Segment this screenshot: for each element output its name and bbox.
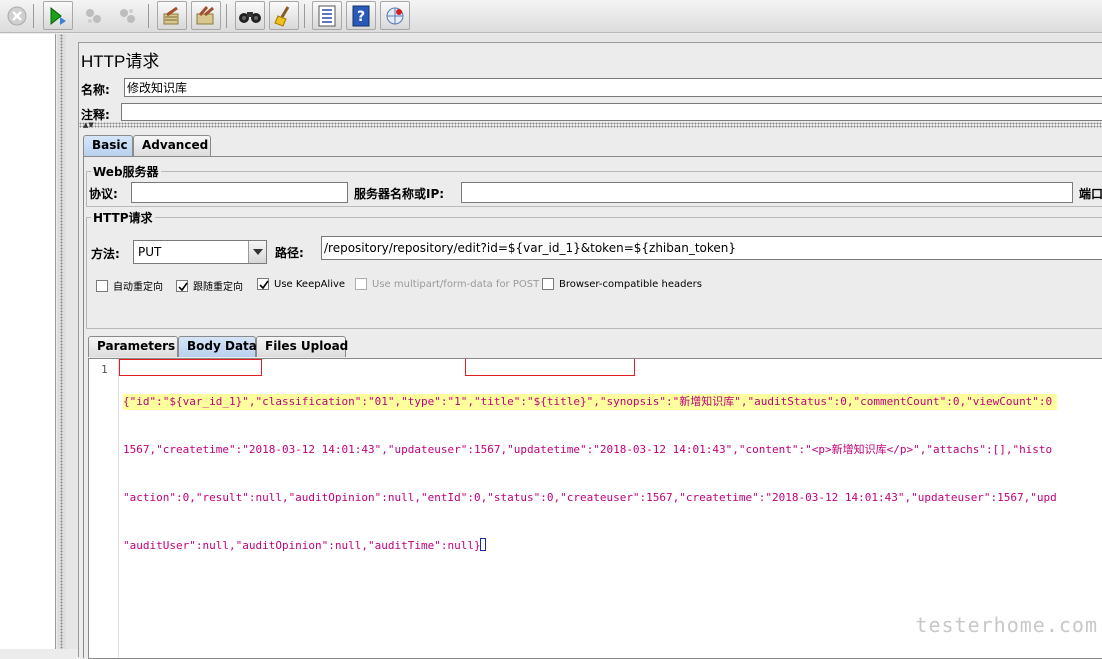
start-no-pauses-icon[interactable] <box>43 1 73 30</box>
remote-engines-icon[interactable] <box>380 1 410 30</box>
chevron-down-icon[interactable] <box>248 241 266 263</box>
basic-tab-content: Web服务器 协议: 服务器名称或IP: 端口 HTTP请求 方法: PUT 路… <box>83 156 1102 659</box>
option-label: 自动重定向 <box>113 282 163 293</box>
checkbox-keepalive[interactable] <box>257 278 269 290</box>
code-line-2: 1567,"createtime":"2018-03-12 14:01:43",… <box>123 442 1057 458</box>
code-text: "action":0,"result":null,"auditOpinion":… <box>123 491 1057 504</box>
clear-icon[interactable] <box>157 1 187 30</box>
toolbar-separator <box>148 4 149 28</box>
sampler-editor-pane: HTTP请求 名称: 修改知识库 注释: ▲▼ Basic Advanced W… <box>66 34 1102 659</box>
tab-parameters[interactable]: Parameters <box>88 336 178 357</box>
path-label: 路径: <box>275 246 304 260</box>
clear-all-icon[interactable] <box>191 1 221 30</box>
tab-files-upload[interactable]: Files Upload <box>256 336 348 357</box>
checkbox-browser-compatible[interactable] <box>542 278 554 290</box>
checkbox-auto-redirect[interactable] <box>96 279 108 292</box>
main-toolbar: ? <box>0 0 1102 33</box>
page-title: HTTP请求 <box>81 52 160 71</box>
watermark: testerhome.com <box>915 613 1098 637</box>
reset-search-broom-icon[interactable] <box>269 1 299 30</box>
help-icon[interactable]: ? <box>346 1 376 30</box>
pane-splitter[interactable] <box>57 34 66 649</box>
checkbox-follow-redirects[interactable] <box>176 279 188 292</box>
server-field[interactable] <box>461 182 1073 203</box>
tab-body-data[interactable]: Body Data <box>178 336 257 357</box>
method-select[interactable]: PUT <box>133 240 267 264</box>
method-value: PUT <box>138 245 162 259</box>
option-label: 跟随重定向 <box>193 282 243 293</box>
line-gutter: 1 <box>89 359 119 658</box>
code-text: {"id":"${var_id_1}","classification":"01… <box>123 395 1053 408</box>
option-label: Browser-compatible headers <box>559 278 702 290</box>
option-follow-redirects[interactable]: 跟随重定向 <box>176 278 243 293</box>
http-sampler-panel: HTTP请求 名称: 修改知识库 注释: ▲▼ Basic Advanced W… <box>78 42 1102 659</box>
test-plan-tree[interactable] <box>0 34 56 649</box>
toolbar-separator <box>226 4 227 28</box>
toolbar-separator <box>304 4 305 28</box>
http-request-legend: HTTP请求 <box>91 209 155 226</box>
comment-field[interactable] <box>121 103 1102 121</box>
search-binoculars-icon[interactable] <box>235 1 265 30</box>
path-field[interactable]: /repository/repository/edit?id=${var_id_… <box>321 236 1102 260</box>
line-number: 1 <box>101 363 108 376</box>
remote-stop-icon[interactable] <box>112 1 142 30</box>
toolbar-separator <box>33 4 34 28</box>
port-label: 端口 <box>1079 187 1102 201</box>
method-label: 方法: <box>91 247 120 261</box>
option-multipart: Use multipart/form-data for POST <box>355 278 539 290</box>
option-keepalive[interactable]: Use KeepAlive <box>257 278 345 290</box>
code-line-1: {"id":"${var_id_1}","classification":"01… <box>123 394 1057 410</box>
tab-advanced[interactable]: Advanced <box>133 135 211 156</box>
code-text: "auditUser":null,"auditOpinion":null,"au… <box>123 539 481 552</box>
remote-start-icon[interactable] <box>78 1 108 30</box>
body-data-code[interactable]: {"id":"${var_id_1}","classification":"01… <box>123 362 1057 586</box>
code-line-4: "auditUser":null,"auditOpinion":null,"au… <box>123 538 1057 554</box>
tab-basic[interactable]: Basic <box>83 135 133 156</box>
function-helper-icon[interactable] <box>312 1 342 30</box>
option-label: Use multipart/form-data for POST <box>372 278 540 290</box>
checkbox-multipart <box>355 278 367 290</box>
collapse-arrows-icon[interactable]: ▲▼ <box>83 122 94 129</box>
web-server-group: Web服务器 协议: 服务器名称或IP: 端口 <box>86 163 1102 207</box>
code-line-3: "action":0,"result":null,"auditOpinion":… <box>123 490 1057 506</box>
name-field[interactable]: 修改知识库 <box>124 78 1102 97</box>
highlight-box-title <box>465 359 635 376</box>
protocol-field[interactable] <box>131 182 348 203</box>
web-server-legend: Web服务器 <box>91 163 161 180</box>
text-cursor <box>479 538 486 551</box>
option-browser-compatible[interactable]: Browser-compatible headers <box>542 278 702 290</box>
http-request-group: HTTP请求 方法: PUT 路径: /repository/repositor… <box>86 209 1102 329</box>
code-text: 1567,"createtime":"2018-03-12 14:01:43",… <box>123 443 1053 456</box>
svg-text:?: ? <box>357 9 365 25</box>
stop-all-icon[interactable] <box>2 1 32 30</box>
protocol-label: 协议: <box>89 187 118 201</box>
collapse-divider[interactable] <box>79 122 1102 128</box>
option-label: Use KeepAlive <box>274 278 346 290</box>
server-label: 服务器名称或IP: <box>354 187 445 201</box>
name-label: 名称: <box>81 83 110 97</box>
option-auto-redirect[interactable]: 自动重定向 <box>96 278 163 293</box>
highlight-box-id <box>119 359 262 376</box>
